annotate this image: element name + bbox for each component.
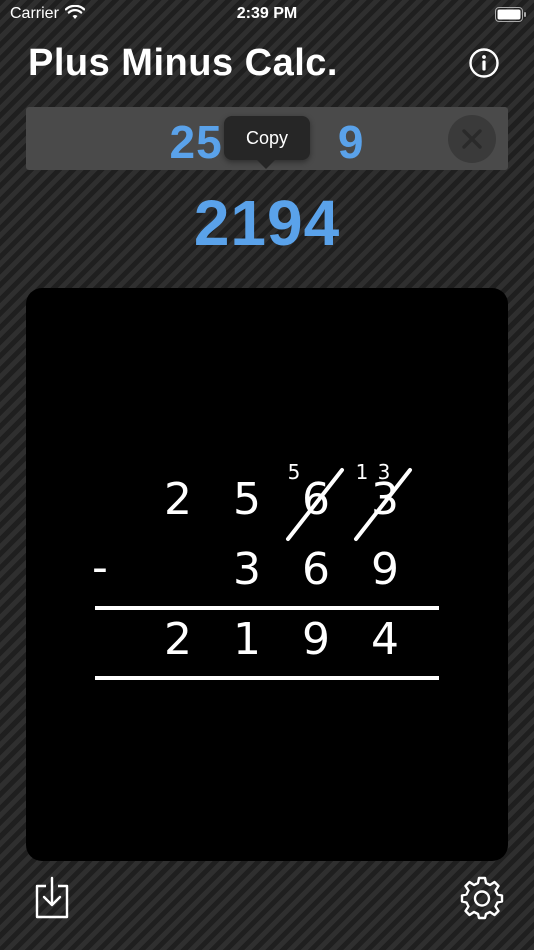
settings-button[interactable] — [460, 876, 504, 920]
copy-label: Copy — [245, 128, 289, 148]
copy-menu-item[interactable]: Copy — [224, 116, 310, 160]
result-digit: 9 — [302, 614, 330, 665]
result-value: 2194 — [193, 187, 341, 259]
result-digit: 4 — [371, 614, 399, 665]
expression-right: 9 — [337, 116, 365, 168]
sum-line — [95, 606, 439, 610]
save-icon — [35, 876, 69, 919]
info-icon[interactable] — [469, 48, 499, 78]
result-digit: 2 — [164, 614, 192, 665]
gear-icon — [460, 876, 504, 920]
result-digit: 1 — [233, 614, 261, 665]
status-bar: Carrier 2:39 PM — [0, 0, 534, 30]
status-time: 2:39 PM — [236, 5, 298, 22]
strike-line — [286, 468, 344, 541]
clear-button[interactable] — [448, 115, 496, 163]
subtrahend-digit: 9 — [371, 544, 399, 595]
result-underline — [95, 676, 439, 680]
battery-icon — [495, 7, 527, 27]
work-panel: 5 1 3 2 5 6 3 - 3 6 9 2 1 9 4 — [26, 288, 508, 861]
save-button[interactable] — [34, 876, 70, 920]
app-title: Plus Minus Calc. — [28, 42, 338, 84]
subtrahend-digit: 3 — [233, 544, 261, 595]
close-icon — [462, 129, 482, 149]
minus-operator: - — [92, 542, 108, 593]
copy-popup-arrow — [256, 159, 276, 169]
strike-line — [354, 468, 412, 541]
subtrahend-digit: 6 — [302, 544, 330, 595]
